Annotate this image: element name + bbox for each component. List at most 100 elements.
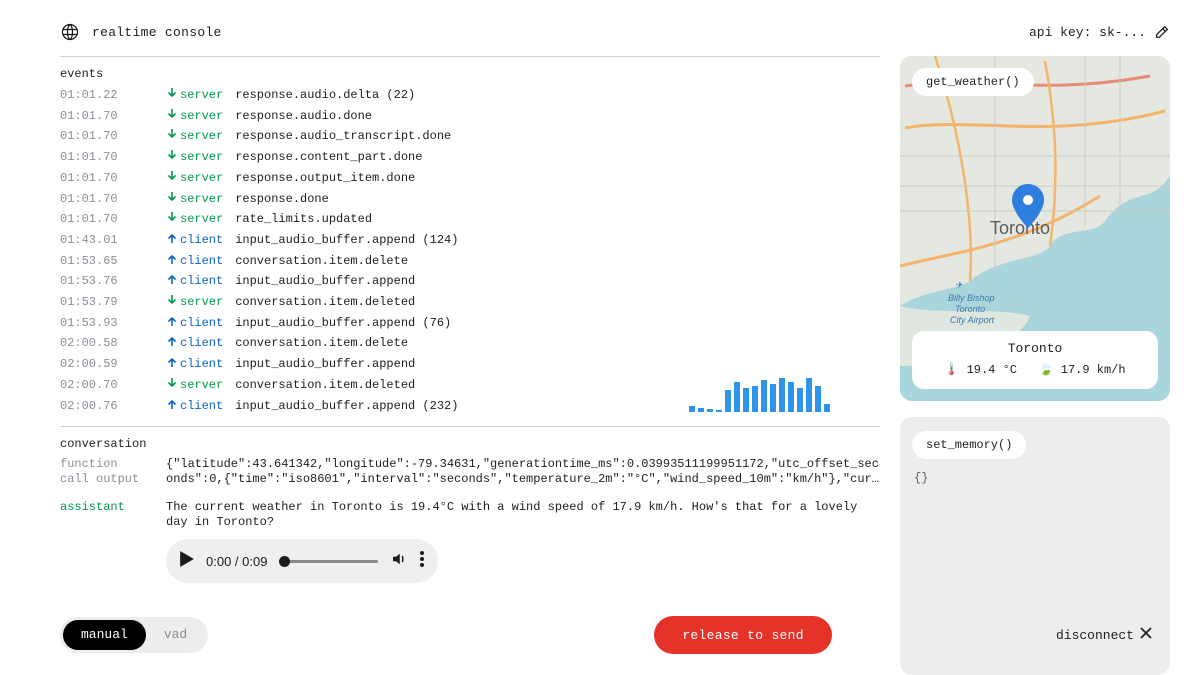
event-time: 02:00.70 — [60, 375, 164, 396]
thermometer-icon: 🌡️ — [944, 363, 959, 377]
event-source: client — [180, 230, 228, 251]
weather-map-panel: Toronto ✈ Billy Bishop Toronto City Airp… — [900, 56, 1170, 401]
svg-text:City Airport: City Airport — [950, 315, 995, 325]
event-name: input_audio_buffer.append — [235, 271, 415, 292]
event-row[interactable]: 01:01.70 server response.output_item.done — [60, 168, 880, 189]
message-body: The current weather in Toronto is 19.4°C… — [166, 500, 866, 529]
event-name: input_audio_buffer.append (232) — [235, 396, 458, 417]
mode-toggle[interactable]: manual vad — [60, 617, 208, 653]
audio-bar — [815, 386, 821, 412]
audio-bar — [761, 380, 767, 412]
audio-menu-icon[interactable] — [420, 551, 424, 572]
event-row[interactable]: 01:53.76client input_audio_buffer.append — [60, 271, 880, 292]
event-row[interactable]: 01:01.70server response.done — [60, 189, 880, 210]
event-name: input_audio_buffer.append (76) — [235, 313, 451, 334]
event-row[interactable]: 01:01.70 server response.content_part.don… — [60, 147, 880, 168]
event-name: conversation.item.delete — [235, 251, 408, 272]
event-source: client — [180, 396, 228, 417]
arrow-down-icon — [164, 378, 180, 388]
event-time: 01:53.65 — [60, 251, 164, 272]
mode-option-manual[interactable]: manual — [63, 620, 146, 650]
event-name: rate_limits.updated — [235, 209, 372, 230]
arrow-up-icon — [164, 254, 180, 264]
event-source: server — [180, 209, 228, 230]
event-name: response.audio.done — [235, 106, 372, 127]
message-body: {"latitude":43.641342,"longitude":-79.34… — [166, 457, 880, 486]
audio-bar — [824, 404, 830, 412]
event-time: 01:01.70 — [60, 168, 164, 189]
audio-bar — [788, 382, 794, 412]
arrow-up-icon — [164, 233, 180, 243]
event-time: 01:01.70 — [60, 106, 164, 127]
event-source: server — [180, 168, 228, 189]
events-heading: events — [60, 67, 880, 81]
play-icon[interactable] — [180, 551, 194, 572]
message-role: function call output — [60, 457, 166, 486]
audio-bar — [734, 382, 740, 412]
event-source: server — [180, 375, 228, 396]
svg-text:✈: ✈ — [955, 280, 963, 290]
weather-card: Toronto 🌡️ 19.4 °C 🍃 17.9 km/h — [912, 331, 1158, 389]
event-name: response.content_part.done — [235, 147, 422, 168]
event-time: 01:01.70 — [60, 209, 164, 230]
svg-text:Toronto: Toronto — [955, 304, 985, 314]
api-key-label: api key: sk-... — [1029, 25, 1146, 40]
brand-logo-icon — [60, 22, 80, 42]
audio-bar — [716, 410, 722, 412]
svg-text:Billy Bishop: Billy Bishop — [948, 293, 995, 303]
audio-seek-slider[interactable] — [279, 560, 378, 563]
volume-icon[interactable] — [390, 550, 408, 573]
event-name: response.audio.delta (22) — [235, 85, 415, 106]
disconnect-button[interactable]: disconnect — [1038, 616, 1170, 654]
weather-city: Toronto — [912, 341, 1158, 356]
release-to-send-button[interactable]: release to send — [654, 616, 832, 654]
audio-bar — [779, 378, 785, 412]
wind-icon: 🍃 — [1039, 363, 1054, 377]
event-name: conversation.item.deleted — [235, 375, 415, 396]
audio-bar — [806, 378, 812, 412]
event-row[interactable]: 01:01.70 server response.audio.done — [60, 106, 880, 127]
conversation-panel: conversation function call output {"lati… — [60, 426, 880, 583]
event-row[interactable]: 02:00.58client conversation.item.delete — [60, 333, 880, 354]
arrow-down-icon — [164, 150, 180, 160]
event-row[interactable]: 01:53.93 client input_audio_buffer.append… — [60, 313, 880, 334]
arrow-up-icon — [164, 336, 180, 346]
event-time: 01:01.70 — [60, 147, 164, 168]
event-source: server — [180, 106, 228, 127]
event-time: 01:53.79 — [60, 292, 164, 313]
event-row[interactable]: 01:01.70 server rate_limits.updated — [60, 209, 880, 230]
audio-bar — [698, 408, 704, 412]
event-list: 01:01.22server response.audio.delta (22)… — [60, 85, 880, 416]
message-role: assistant — [60, 500, 166, 529]
event-name: response.output_item.done — [235, 168, 415, 189]
event-source: client — [180, 354, 228, 375]
event-source: server — [180, 147, 228, 168]
event-source: server — [180, 126, 228, 147]
event-name: input_audio_buffer.append (124) — [235, 230, 458, 251]
event-time: 01:01.70 — [60, 189, 164, 210]
event-name: response.done — [235, 189, 329, 210]
audio-bar — [725, 390, 731, 412]
event-row[interactable]: 01:01.22server response.audio.delta (22) — [60, 85, 880, 106]
page-title: realtime console — [92, 25, 222, 40]
memory-function-chip: set_memory() — [912, 431, 1026, 459]
event-row[interactable]: 01:53.79server conversation.item.deleted — [60, 292, 880, 313]
event-source: client — [180, 251, 228, 272]
event-row[interactable]: 01:53.65 client conversation.item.delete — [60, 251, 880, 272]
event-source: client — [180, 313, 228, 334]
event-row[interactable]: 01:43.01client input_audio_buffer.append… — [60, 230, 880, 251]
event-time: 02:00.59 — [60, 354, 164, 375]
arrow-down-icon — [164, 129, 180, 139]
arrow-down-icon — [164, 212, 180, 222]
arrow-down-icon — [164, 88, 180, 98]
audio-time: 0:00 / 0:09 — [206, 554, 267, 569]
event-time: 01:53.76 — [60, 271, 164, 292]
event-row[interactable]: 01:01.70server response.audio_transcript… — [60, 126, 880, 147]
audio-player[interactable]: 0:00 / 0:09 — [166, 539, 438, 583]
event-time: 01:53.93 — [60, 313, 164, 334]
arrow-up-icon — [164, 399, 180, 409]
mode-option-vad[interactable]: vad — [146, 620, 205, 650]
event-time: 01:01.22 — [60, 85, 164, 106]
audio-bar — [770, 384, 776, 412]
edit-api-key-icon[interactable] — [1154, 24, 1170, 40]
